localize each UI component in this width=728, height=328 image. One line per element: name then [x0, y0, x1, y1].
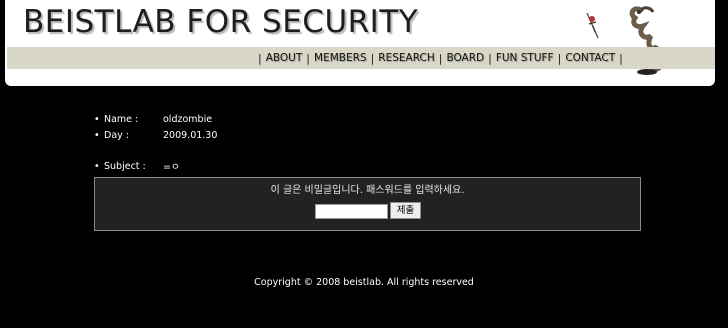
- bullet: •: [94, 114, 100, 125]
- password-input[interactable]: [315, 204, 388, 219]
- day-label: Day :: [104, 130, 129, 141]
- name-value: oldzombie: [163, 114, 213, 125]
- site-title: BEISTLAB FOR SECURITY: [23, 4, 419, 40]
- nav-separator: |: [258, 51, 262, 65]
- submit-button[interactable]: 제출: [390, 202, 421, 219]
- post-subject-row: • Subject : =ㅇ: [94, 159, 180, 174]
- day-value: 2009.01.30: [163, 130, 218, 141]
- nav-separator: |: [557, 51, 562, 65]
- post-day-row: • Day : 2009.01.30: [94, 130, 217, 141]
- post-name-row: • Name : oldzombie: [94, 114, 212, 125]
- main-navigation: | ABOUT | MEMBERS | RESEARCH | BOARD | F…: [254, 47, 627, 69]
- nav-fun-stuff[interactable]: FUN STUFF: [496, 52, 554, 64]
- name-label: Name :: [104, 114, 139, 125]
- site-header: BEISTLAB FOR SECURITY | ABOUT | MEMBERS …: [5, 0, 715, 86]
- subject-value: =ㅇ: [163, 162, 180, 173]
- footer-copyright: Copyright © 2008 beistlab. All rights re…: [254, 277, 474, 288]
- password-prompt: 이 글은 비밀글입니다. 패스워드를 입력하세요.: [270, 185, 465, 196]
- nav-separator: |: [306, 51, 311, 65]
- nav-separator: |: [438, 51, 443, 65]
- nav-separator: |: [370, 51, 375, 65]
- nav-bar: | ABOUT | MEMBERS | RESEARCH | BOARD | F…: [7, 47, 715, 69]
- password-form: 이 글은 비밀글입니다. 패스워드를 입력하세요. 제출: [94, 177, 641, 231]
- nav-contact[interactable]: CONTACT: [565, 52, 615, 64]
- nav-research[interactable]: RESEARCH: [378, 52, 434, 64]
- pogo-figure-icon: [586, 12, 599, 39]
- bullet: •: [94, 160, 100, 172]
- nav-board[interactable]: BOARD: [446, 52, 484, 64]
- nav-separator: |: [488, 51, 492, 65]
- nav-about[interactable]: ABOUT: [266, 52, 303, 64]
- bullet: •: [94, 130, 100, 141]
- nav-members[interactable]: MEMBERS: [314, 52, 367, 64]
- nav-separator: |: [619, 51, 623, 65]
- subject-label: Subject :: [104, 160, 146, 172]
